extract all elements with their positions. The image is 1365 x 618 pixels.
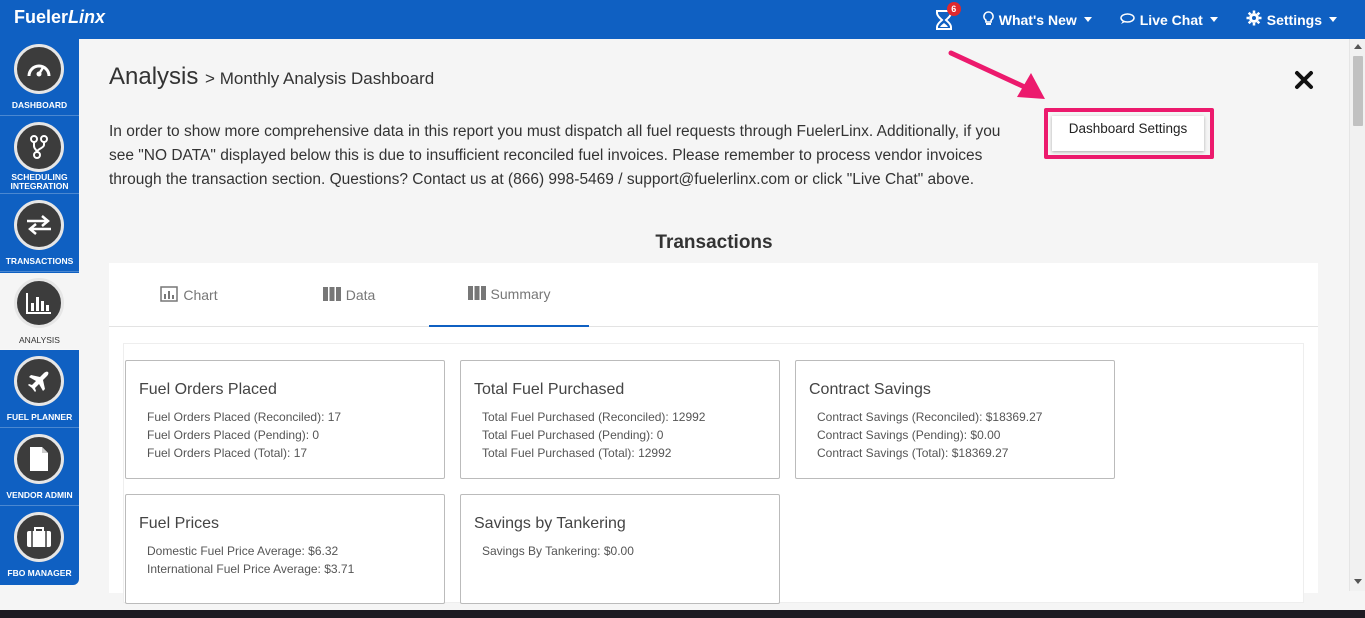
sidebar-item-label: VENDOR ADMIN	[6, 490, 73, 500]
card-line: Savings By Tankering: $0.00	[482, 544, 634, 558]
lightbulb-icon	[982, 10, 994, 29]
card-line: Contract Savings (Total): $18369.27	[817, 446, 1009, 460]
card-title: Fuel Prices	[139, 515, 220, 532]
branch-icon	[14, 122, 64, 172]
sidebar-item-fbo-manager[interactable]: FBO MANAGER	[0, 507, 79, 584]
dashboard-settings-highlight: Dashboard Settings	[1044, 108, 1214, 159]
chevron-down-icon	[1329, 17, 1337, 22]
card-title: Savings by Tankering	[474, 515, 626, 532]
card-contract-savings: Contract Savings Contract Savings (Recon…	[795, 360, 1115, 479]
document-icon	[14, 434, 64, 484]
page-title-text: Analysis	[109, 63, 199, 90]
card-fuel-prices: Fuel Prices Domestic Fuel Price Average:…	[125, 494, 445, 604]
columns-icon	[322, 286, 341, 304]
top-nav: 6 What's New Live Chat Settings	[933, 0, 1337, 39]
breadcrumb: > Monthly Analysis Dashboard	[205, 69, 435, 88]
sidebar-item-label: ANALYSIS	[19, 335, 60, 345]
tab-bar: Chart Data Summary	[109, 263, 1318, 327]
scroll-thumb[interactable]	[1353, 56, 1363, 126]
whats-new-label: What's New	[998, 11, 1077, 28]
transactions-panel: Chart Data Summary Fuel Orders Placed Fu…	[109, 263, 1318, 604]
card-line: Total Fuel Purchased (Pending): 0	[482, 428, 664, 442]
card-line: Contract Savings (Pending): $0.00	[817, 428, 1001, 442]
scroll-down-icon[interactable]	[1354, 579, 1362, 584]
annotation-arrow-icon	[948, 50, 1045, 99]
taskbar-strip	[0, 610, 1365, 618]
chat-icon	[1120, 12, 1135, 28]
dashboard-settings-button[interactable]: Dashboard Settings	[1052, 116, 1204, 151]
bar-chart-icon	[14, 278, 64, 328]
tab-summary[interactable]: Summary	[429, 263, 589, 327]
main-content: Analysis > Monthly Analysis Dashboard In…	[79, 39, 1349, 604]
card-title: Contract Savings	[809, 381, 931, 398]
tab-label: Chart	[183, 287, 218, 303]
tab-label: Summary	[490, 286, 551, 302]
gear-icon	[1246, 10, 1262, 29]
top-navbar: FuelerLinx 6 What's New Live Chat Settin…	[0, 0, 1365, 39]
section-title: Transactions	[655, 232, 773, 253]
sidebar-item-analysis[interactable]: ANALYSIS	[0, 273, 79, 350]
card-title: Total Fuel Purchased	[474, 381, 625, 398]
tab-data[interactable]: Data	[269, 263, 429, 327]
sidebar: DASHBOARD SCHEDULING INTEGRATION TRANSAC…	[0, 39, 79, 585]
hourglass-icon: 6	[933, 1, 961, 32]
tab-label: Data	[345, 287, 376, 303]
sidebar-item-scheduling-integration[interactable]: SCHEDULING INTEGRATION	[0, 117, 79, 194]
summary-container: Fuel Orders Placed Fuel Orders Placed (R…	[123, 343, 1304, 604]
whats-new-menu[interactable]: What's New	[982, 10, 1092, 29]
sidebar-item-label: TRANSACTIONS	[5, 256, 74, 266]
card-line: Domestic Fuel Price Average: $6.32	[147, 544, 339, 558]
intro-text: In order to show more comprehensive data…	[109, 123, 1001, 188]
tab-chart[interactable]: Chart	[109, 263, 269, 327]
sidebar-item-dashboard[interactable]: DASHBOARD	[0, 39, 79, 116]
card-line: Fuel Orders Placed (Reconciled): 17	[147, 410, 342, 424]
sidebar-item-vendor-admin[interactable]: VENDOR ADMIN	[0, 429, 79, 506]
speedometer-icon	[14, 44, 64, 94]
sidebar-item-label: DASHBOARD	[11, 100, 68, 110]
settings-label: Settings	[1266, 11, 1322, 28]
card-line: Fuel Orders Placed (Total): 17	[147, 446, 308, 460]
columns-icon	[467, 285, 486, 303]
card-line: Contract Savings (Reconciled): $18369.27	[817, 410, 1043, 424]
chevron-down-icon	[1083, 17, 1092, 22]
card-line: International Fuel Price Average: $3.71	[147, 562, 355, 576]
sidebar-item-label: FUEL PLANNER	[6, 412, 73, 422]
sidebar-item-fuel-planner[interactable]: FUEL PLANNER	[0, 351, 79, 428]
card-fuel-orders-placed: Fuel Orders Placed Fuel Orders Placed (R…	[125, 360, 445, 479]
live-chat-menu[interactable]: Live Chat	[1120, 12, 1218, 28]
brand-logo[interactable]: FuelerLinx	[14, 7, 105, 28]
card-line: Total Fuel Purchased (Reconciled): 12992	[482, 410, 706, 424]
notifications-button[interactable]: 6	[933, 1, 961, 32]
chevron-down-icon	[1209, 17, 1218, 22]
exchange-icon	[14, 200, 64, 250]
sidebar-item-transactions[interactable]: TRANSACTIONS	[0, 195, 79, 272]
card-title: Fuel Orders Placed	[139, 381, 277, 398]
sidebar-item-label: FBO MANAGER	[7, 568, 72, 578]
card-savings-by-tankering: Savings by Tankering Savings By Tankerin…	[460, 494, 780, 604]
scroll-up-icon[interactable]	[1354, 44, 1362, 49]
close-icon[interactable]	[1293, 69, 1315, 91]
card-line: Total Fuel Purchased (Total): 12992	[482, 446, 672, 460]
chart-icon	[160, 285, 179, 305]
page-title: Analysis > Monthly Analysis Dashboard	[109, 63, 434, 91]
briefcase-icon	[14, 512, 64, 562]
notification-badge: 6	[946, 1, 961, 16]
card-line: Fuel Orders Placed (Pending): 0	[147, 428, 320, 442]
settings-menu[interactable]: Settings	[1246, 10, 1337, 29]
plane-icon	[14, 356, 64, 406]
page-scrollbar[interactable]	[1349, 39, 1365, 591]
live-chat-label: Live Chat	[1139, 11, 1203, 28]
sidebar-item-label: SCHEDULING INTEGRATION	[10, 172, 69, 191]
card-total-fuel-purchased: Total Fuel Purchased Total Fuel Purchase…	[460, 360, 780, 479]
